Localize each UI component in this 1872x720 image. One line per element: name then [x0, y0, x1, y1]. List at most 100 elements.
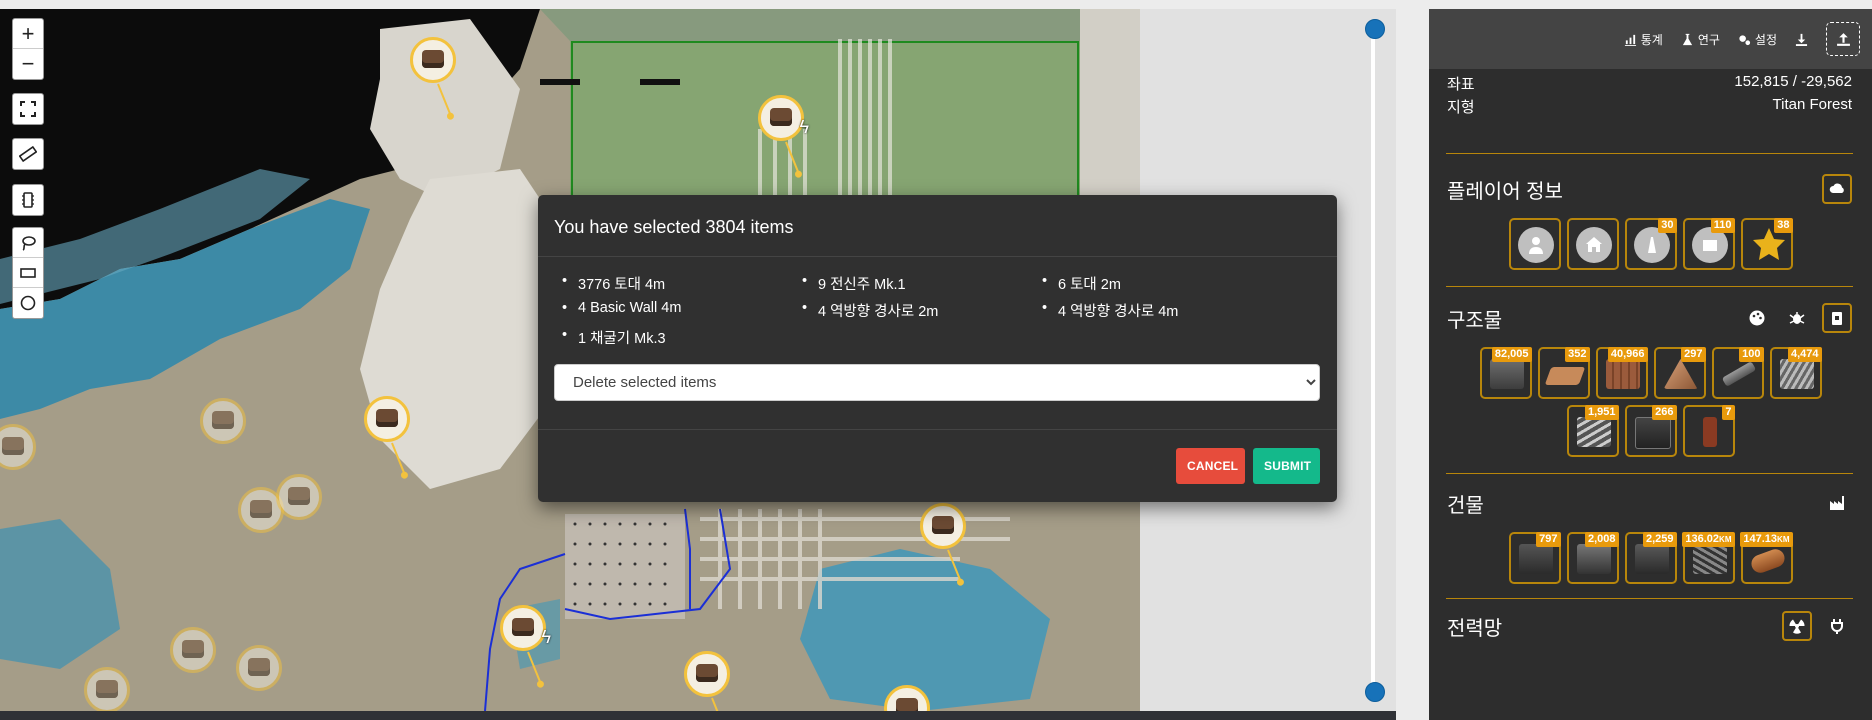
zoom-in-button[interactable]: + [13, 19, 43, 49]
selected-items-list: 3776 토대 4m 9 전신주 Mk.1 6 토대 2m 4 Basic Wa… [554, 273, 1321, 348]
structure-tile-walkway[interactable]: 4,474 [1769, 347, 1822, 399]
structure-tile-foundation[interactable]: 82,005 [1479, 347, 1532, 399]
structure-tile-statue[interactable]: 7 [1682, 405, 1735, 457]
building-count-value: 136.02 [1685, 533, 1720, 545]
plug-button[interactable] [1822, 611, 1852, 641]
structure-tile-plate[interactable]: 352 [1537, 347, 1590, 399]
settings-label: 설정 [1754, 32, 1777, 47]
cancel-button[interactable]: CANCEL [1176, 448, 1245, 484]
selection-modal: You have selected 3804 items 3776 토대 4m … [538, 195, 1337, 502]
selected-item: 4 역방향 경사로 2m [802, 300, 1058, 321]
power-bolt-icon: ϟ [541, 627, 551, 647]
player-tile-hub[interactable]: 30 [1624, 218, 1677, 270]
structure-tile-pipes[interactable]: 1,951 [1566, 405, 1619, 457]
lasso-icon[interactable] [13, 228, 43, 258]
resource-node-marker[interactable] [84, 667, 130, 711]
structure-tile-wall[interactable]: 40,966 [1595, 347, 1648, 399]
building-count: 2,008 [1584, 532, 1619, 547]
circle-icon[interactable] [13, 288, 43, 318]
resource-node-marker[interactable]: ϟ [500, 605, 551, 684]
ruler-icon[interactable] [13, 139, 43, 169]
structure-toggle-button[interactable] [1822, 303, 1852, 333]
download-icon [1795, 33, 1808, 46]
structure-count: 1,951 [1584, 405, 1619, 420]
research-button[interactable]: 연구 [1681, 31, 1720, 48]
player-tile-star[interactable]: 38 [1740, 218, 1793, 270]
terrain-value: Titan Forest [1772, 96, 1852, 113]
resource-node-marker[interactable] [236, 645, 282, 691]
resource-node-marker[interactable] [920, 503, 966, 582]
structure-tile-frame[interactable]: 266 [1624, 405, 1677, 457]
settings-button[interactable]: 설정 [1738, 31, 1777, 48]
structure-tile-beam[interactable]: 100 [1711, 347, 1764, 399]
stats-button[interactable]: 통계 [1624, 31, 1663, 48]
player-tile-inventory[interactable]: 110 [1682, 218, 1735, 270]
building-tile-pipeline[interactable]: 147.13KM [1740, 532, 1793, 584]
player-tile-home[interactable] [1566, 218, 1619, 270]
side-panel: 통계 연구 설정 좌표 152,815 / -29,562 지형 Titan F… [1429, 9, 1872, 720]
structure-count: 82,005 [1491, 347, 1532, 362]
resource-node-marker[interactable] [200, 398, 246, 444]
player-badge: 110 [1710, 218, 1735, 233]
select-tool-icon[interactable] [13, 185, 43, 215]
flask-icon [1682, 33, 1692, 45]
radiation-button[interactable] [1782, 611, 1812, 641]
radiation-icon [1789, 619, 1805, 634]
resource-node-marker[interactable] [684, 651, 730, 711]
resource-node-marker[interactable]: ϟ [758, 95, 809, 174]
structures-title: 구조물 [1447, 309, 1503, 332]
structure-tile-ramp[interactable]: 297 [1653, 347, 1706, 399]
plug-icon [1831, 619, 1843, 634]
resource-node-marker[interactable] [276, 474, 322, 520]
coordinates-label: 좌표 [1447, 76, 1475, 93]
research-label: 연구 [1697, 32, 1720, 47]
player-badge: 30 [1658, 218, 1677, 233]
terrain-row: 지형 Titan Forest [1429, 96, 1872, 117]
home-icon [1585, 237, 1602, 252]
structures-header: 구조물 [1429, 295, 1872, 341]
download-button[interactable] [1795, 33, 1808, 46]
power-grid-header: 전력망 [1429, 603, 1872, 649]
palette-button[interactable] [1742, 303, 1772, 333]
zoom-out-button[interactable]: − [13, 49, 43, 79]
rectangle-icon[interactable] [13, 258, 43, 288]
structure-count: 100 [1739, 347, 1764, 362]
player-info-title: 플레이어 정보 [1447, 180, 1563, 203]
building-tile-conveyor[interactable]: 136.02KM [1682, 532, 1735, 584]
action-select[interactable]: Delete selected items [554, 364, 1320, 401]
modal-body: 3776 토대 4m 9 전신주 Mk.1 6 토대 2m 4 Basic Wa… [538, 257, 1337, 401]
player-icon [1528, 237, 1543, 254]
factory-icon [1830, 496, 1844, 510]
structure-count: 7 [1722, 405, 1735, 420]
buildings-title: 건물 [1447, 494, 1484, 517]
player-info-header: 플레이어 정보 [1429, 166, 1872, 212]
building-tile-storage[interactable]: 2,259 [1624, 532, 1677, 584]
building-count: 2,259 [1642, 532, 1677, 547]
resource-node-marker[interactable] [410, 37, 456, 116]
section-divider [1446, 598, 1853, 599]
resource-node-marker[interactable] [170, 627, 216, 673]
coordinates-row: 좌표 152,815 / -29,562 [1429, 73, 1872, 94]
selected-item: 4 역방향 경사로 4m [1042, 300, 1298, 321]
map-layer-slider-track[interactable] [1371, 20, 1375, 692]
fullscreen-icon[interactable] [13, 94, 43, 124]
resource-node-marker[interactable] [364, 396, 410, 475]
bug-icon [1789, 312, 1805, 324]
building-count: 797 [1536, 532, 1561, 547]
palette-icon [1749, 310, 1765, 326]
upload-icon [1836, 32, 1850, 46]
slider-top-handle[interactable] [1365, 19, 1385, 39]
slider-bottom-handle[interactable] [1365, 682, 1385, 702]
zoom-controls: + − [12, 18, 44, 80]
panel-toolbar: 통계 연구 설정 [1429, 9, 1872, 69]
cloud-sync-button[interactable] [1822, 174, 1852, 204]
factory-button[interactable] [1822, 488, 1852, 518]
building-tile-miner[interactable]: 797 [1508, 532, 1561, 584]
submit-button[interactable]: SUBMIT [1253, 448, 1320, 484]
stats-label: 통계 [1640, 32, 1663, 47]
building-count: 136.02KM [1682, 532, 1735, 547]
building-tile-constructor[interactable]: 2,008 [1566, 532, 1619, 584]
player-tile-avatar[interactable] [1508, 218, 1561, 270]
upload-button[interactable] [1826, 22, 1860, 56]
bug-filter-button[interactable] [1782, 303, 1812, 333]
